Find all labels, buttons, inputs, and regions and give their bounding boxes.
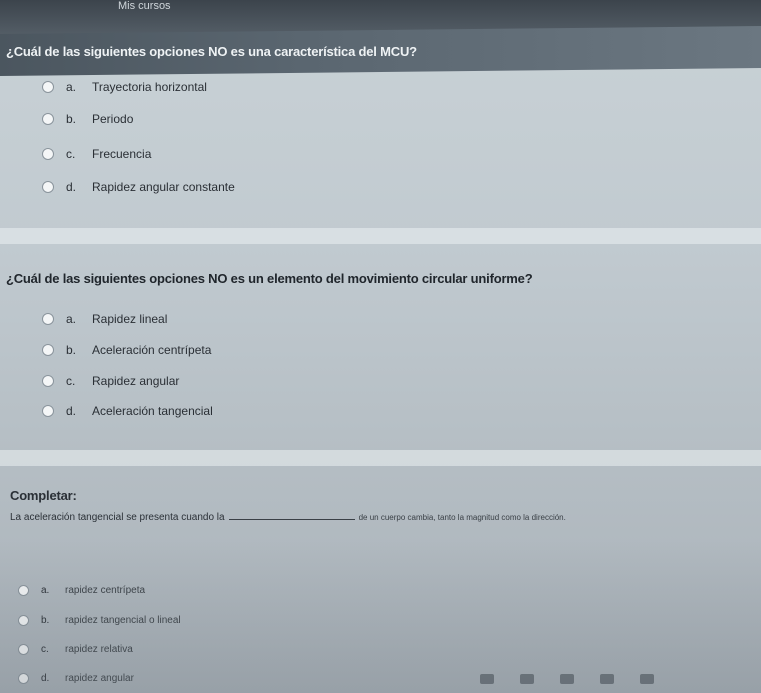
- q1-option-a[interactable]: a. Trayectoria horizontal: [42, 80, 207, 94]
- app-icon[interactable]: [520, 674, 534, 684]
- question-3-sentence: La aceleración tangencial se presenta cu…: [10, 510, 566, 523]
- taskbar: [480, 674, 654, 684]
- question-3-title: Completar:: [10, 488, 77, 503]
- q2-option-a[interactable]: a. Rapidez lineal: [42, 312, 167, 326]
- app-icon[interactable]: [560, 674, 574, 684]
- option-label: Rapidez angular constante: [92, 180, 235, 194]
- q2-option-c[interactable]: c. Rapidez angular: [42, 374, 179, 388]
- question-2-text: ¿Cuál de las siguientes opciones NO es u…: [6, 271, 533, 286]
- option-letter: d.: [66, 180, 77, 194]
- option-letter: c.: [66, 147, 76, 161]
- option-letter: d.: [41, 673, 50, 684]
- option-label: rapidez angular: [65, 673, 134, 684]
- option-label: Aceleración tangencial: [92, 404, 213, 418]
- option-label: Periodo: [92, 112, 134, 126]
- option-letter: d.: [66, 404, 77, 418]
- question-1-text: ¿Cuál de las siguientes opciones NO es u…: [6, 44, 417, 59]
- option-letter: a.: [66, 80, 77, 94]
- radio-button-q3-d[interactable]: [18, 673, 29, 684]
- option-label: Trayectoria horizontal: [92, 80, 207, 94]
- option-label: rapidez tangencial o lineal: [65, 615, 181, 626]
- radio-button-q1-d[interactable]: [42, 181, 54, 193]
- radio-button-q3-a[interactable]: [18, 585, 29, 596]
- app-icon[interactable]: [640, 674, 654, 684]
- option-letter: b.: [66, 343, 77, 357]
- breadcrumb[interactable]: Mis cursos: [118, 0, 171, 12]
- fill-in-blank: [228, 510, 355, 520]
- option-label: Aceleración centrípeta: [92, 343, 212, 357]
- option-label: Rapidez angular: [92, 374, 180, 388]
- radio-button-q2-b[interactable]: [42, 344, 54, 356]
- q1-option-b[interactable]: b. Periodo: [42, 112, 133, 126]
- app-icon[interactable]: [600, 674, 614, 684]
- q1-option-c[interactable]: c. Frecuencia: [42, 147, 151, 161]
- separator: [0, 228, 761, 244]
- option-letter: a.: [66, 312, 77, 326]
- separator: [0, 450, 761, 466]
- sentence-end: de un cuerpo cambia, tanto la magnitud c…: [358, 513, 566, 522]
- radio-button-q3-c[interactable]: [18, 644, 29, 655]
- option-letter: b.: [66, 112, 77, 126]
- radio-button-q1-c[interactable]: [42, 148, 54, 160]
- option-label: Rapidez lineal: [92, 312, 168, 326]
- option-letter: c.: [41, 644, 49, 655]
- q3-option-a[interactable]: a. rapidez centrípeta: [18, 585, 145, 596]
- option-label: Frecuencia: [92, 147, 152, 161]
- q2-option-d[interactable]: d. Aceleración tangencial: [42, 404, 213, 418]
- q2-option-b[interactable]: b. Aceleración centrípeta: [42, 343, 211, 357]
- option-letter: a.: [41, 585, 50, 596]
- radio-button-q2-d[interactable]: [42, 405, 54, 417]
- option-letter: c.: [66, 374, 76, 388]
- radio-button-q3-b[interactable]: [18, 615, 29, 626]
- option-label: rapidez relativa: [65, 644, 133, 655]
- q3-option-d[interactable]: d. rapidez angular: [18, 673, 134, 684]
- radio-button-q1-b[interactable]: [42, 113, 54, 125]
- sentence-start: La aceleración tangencial se presenta cu…: [10, 512, 225, 523]
- radio-button-q1-a[interactable]: [42, 81, 54, 93]
- q3-option-b[interactable]: b. rapidez tangencial o lineal: [18, 615, 181, 626]
- radio-button-q2-a[interactable]: [42, 313, 54, 325]
- radio-button-q2-c[interactable]: [42, 375, 54, 387]
- app-icon[interactable]: [480, 674, 494, 684]
- option-letter: b.: [41, 615, 50, 626]
- option-label: rapidez centrípeta: [65, 585, 146, 596]
- q3-option-c[interactable]: c. rapidez relativa: [18, 644, 133, 655]
- q1-option-d[interactable]: d. Rapidez angular constante: [42, 180, 235, 194]
